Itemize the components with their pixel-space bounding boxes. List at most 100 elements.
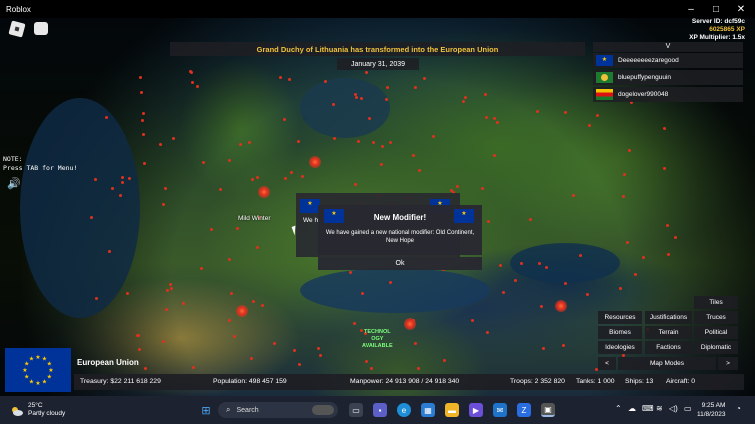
province-marker xyxy=(324,79,328,83)
svg-text:★: ★ xyxy=(47,361,52,368)
map-mode-factions[interactable]: Factions xyxy=(645,341,692,354)
mail-icon[interactable]: ✉ xyxy=(493,403,507,417)
notifications-icon[interactable]: ◔ xyxy=(736,404,741,413)
roblox-taskbar-icon[interactable]: ▣ xyxy=(541,403,555,417)
map-mode-justifications[interactable]: Justifications xyxy=(645,311,692,324)
province-marker xyxy=(118,193,122,197)
province-marker xyxy=(520,261,524,265)
modifier-dialog: New Modifier! We have gained a new natio… xyxy=(318,205,482,255)
province-marker xyxy=(353,183,357,187)
player-row[interactable]: bluepuffypenguuin xyxy=(593,70,743,85)
maximize-button[interactable]: □ xyxy=(704,0,728,18)
north-sea xyxy=(300,78,390,138)
window-titlebar: Roblox xyxy=(0,0,755,18)
taskbar-search[interactable]: ⌕ Search xyxy=(218,402,338,418)
media-player-icon[interactable]: ▶ xyxy=(469,403,483,417)
partly-cloudy-icon[interactable] xyxy=(10,403,24,416)
map-mode-next-button[interactable]: > xyxy=(718,357,738,370)
svg-text:★: ★ xyxy=(29,378,34,385)
country-name: European Union xyxy=(77,358,139,367)
capital-marker xyxy=(555,300,567,312)
server-info: Server ID: dcf59c 6025865 XP XP Multipli… xyxy=(689,18,745,42)
eu-flag-icon xyxy=(300,199,320,213)
tricolor-flag-icon xyxy=(596,89,613,100)
province-marker xyxy=(182,301,186,305)
notification-text: We h xyxy=(303,217,319,224)
map-mode-political[interactable]: Political xyxy=(694,326,738,339)
weather-widget[interactable]: 25°C Partly cloudy xyxy=(28,402,65,418)
speaker-icon[interactable]: 🔊 xyxy=(7,177,21,190)
server-id: Server ID: dcf59c xyxy=(691,18,745,25)
chat-icon[interactable] xyxy=(34,22,48,35)
country-flag[interactable]: ★ ★ ★ ★ ★ ★ ★ ★ ★ ★ ★ ★ xyxy=(5,348,71,392)
troops-stat: Troops: 2 352 820 xyxy=(510,378,565,385)
province-marker xyxy=(292,349,296,353)
treasury-stat: Treasury: $22 211 618 229 xyxy=(80,378,161,385)
province-marker xyxy=(388,280,392,284)
tech-available-label: TECHNOL OGY AVAILABLE xyxy=(362,329,393,350)
province-marker xyxy=(414,85,418,89)
province-marker xyxy=(535,109,539,113)
province-marker xyxy=(121,180,125,184)
province-marker xyxy=(165,307,169,311)
weather-description: Partly cloudy xyxy=(28,410,66,417)
province-marker xyxy=(487,219,491,223)
province-marker xyxy=(496,120,500,124)
province-marker xyxy=(461,99,465,103)
onedrive-icon[interactable]: ☁ xyxy=(628,404,636,413)
wifi-icon[interactable]: ≋ xyxy=(656,404,663,413)
map-mode-prev-button[interactable]: < xyxy=(598,357,616,370)
map-mode-tiles[interactable]: Tiles xyxy=(694,296,738,309)
eu-flag-icon xyxy=(596,55,613,66)
map-mode-ideologies[interactable]: Ideologies xyxy=(598,341,642,354)
edge-icon[interactable]: e xyxy=(397,403,411,417)
player-list-toggle[interactable]: V xyxy=(593,42,743,52)
minimize-button[interactable]: – xyxy=(679,0,703,18)
close-button[interactable]: ✕ xyxy=(729,0,753,18)
store-icon[interactable]: ▦ xyxy=(421,403,435,417)
file-explorer-icon[interactable]: ▬ xyxy=(445,403,459,417)
volume-icon[interactable]: ◁) xyxy=(669,404,678,413)
system-clock[interactable]: 9:25 AM 11/8/2023 xyxy=(697,401,725,419)
player-row[interactable]: Deeeeeeeezaregood xyxy=(593,53,743,68)
windows-start-icon[interactable]: ⊞ xyxy=(199,403,213,417)
capital-marker xyxy=(258,186,270,198)
language-icon[interactable]: ⌨ xyxy=(642,404,654,413)
map-mode-biomes[interactable]: Biomes xyxy=(598,326,642,339)
xp-multiplier: XP Multiplier: 1.5x xyxy=(689,34,745,41)
province-marker xyxy=(621,194,625,198)
province-marker xyxy=(192,365,196,369)
province-marker xyxy=(255,175,259,179)
province-marker xyxy=(250,177,254,181)
province-marker xyxy=(142,161,146,165)
black-sea xyxy=(510,243,620,283)
province-marker xyxy=(431,134,435,138)
map-mode-truces[interactable]: Truces xyxy=(694,311,738,324)
province-marker xyxy=(171,137,175,141)
province-marker xyxy=(642,255,646,259)
province-marker xyxy=(353,321,357,325)
dialog-title: New Modifier! xyxy=(373,213,427,222)
search-icon: ⌕ xyxy=(226,405,231,414)
zoom-icon[interactable]: Z xyxy=(517,403,531,417)
province-marker xyxy=(413,341,417,345)
tanks-stat: Tanks: 1 000 xyxy=(576,378,615,385)
show-hidden-icons[interactable]: ⌃ xyxy=(615,404,622,413)
map-mode-diplomatic[interactable]: Diplomatic xyxy=(694,341,738,354)
window-title: Roblox xyxy=(6,4,31,14)
task-view-icon[interactable]: ▭ xyxy=(349,403,363,417)
province-marker xyxy=(666,252,670,256)
teams-chat-icon[interactable]: ▪ xyxy=(373,403,387,417)
player-name: bluepuffypenguuin xyxy=(618,74,672,81)
province-marker xyxy=(471,318,475,322)
battery-icon[interactable]: ▭ xyxy=(684,404,692,413)
eu-stars-icon: ★★★★★★★★★ ★ ★★ xyxy=(22,354,53,387)
province-marker xyxy=(588,123,592,127)
player-row[interactable]: dogelover990048 xyxy=(593,87,743,102)
province-marker xyxy=(595,113,599,117)
map-mode-terrain[interactable]: Terrain xyxy=(645,326,692,339)
province-marker xyxy=(141,118,145,122)
map-mode-resources[interactable]: Resources xyxy=(598,311,642,324)
province-marker xyxy=(111,186,115,190)
ok-button[interactable]: Ok xyxy=(318,257,482,270)
